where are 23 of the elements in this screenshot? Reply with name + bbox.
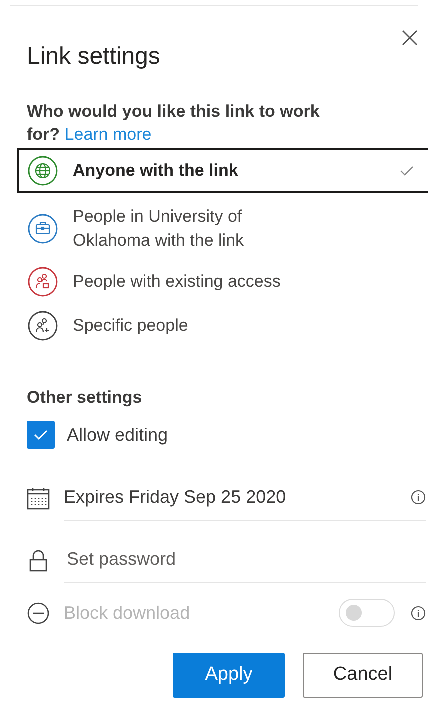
sharing-option[interactable]: People in University of Oklahoma with the link xyxy=(17,199,428,259)
sharing-option[interactable]: Anyone with the link xyxy=(17,148,428,193)
close-icon xyxy=(401,29,419,47)
learn-more-link[interactable]: Learn more xyxy=(64,125,152,144)
sharing-option[interactable]: People with existing access xyxy=(17,261,428,303)
apply-button[interactable]: Apply xyxy=(173,653,285,698)
dialog-title: Link settings xyxy=(27,42,160,72)
question-text: Who would you like this link to work for? Learn more xyxy=(27,101,321,146)
checkbox-label: Allow editing xyxy=(67,424,168,447)
info-icon xyxy=(411,490,426,505)
block-download-label: Block download xyxy=(64,602,192,624)
checkmark-icon xyxy=(400,166,414,176)
expiry-field[interactable]: Expires Friday Sep 25 2020 xyxy=(64,475,426,521)
password-field[interactable]: Set password xyxy=(64,537,426,583)
sharing-option[interactable]: Specific people xyxy=(17,305,428,347)
block-icon xyxy=(27,602,50,624)
section-heading: Other settings xyxy=(27,387,142,409)
calendar-icon xyxy=(27,486,50,510)
cancel-button[interactable]: Cancel xyxy=(303,653,423,698)
info-icon xyxy=(411,606,426,620)
lock-icon xyxy=(27,548,50,572)
allow-editing-checkbox[interactable] xyxy=(27,421,55,449)
checkmark-icon xyxy=(33,429,49,441)
